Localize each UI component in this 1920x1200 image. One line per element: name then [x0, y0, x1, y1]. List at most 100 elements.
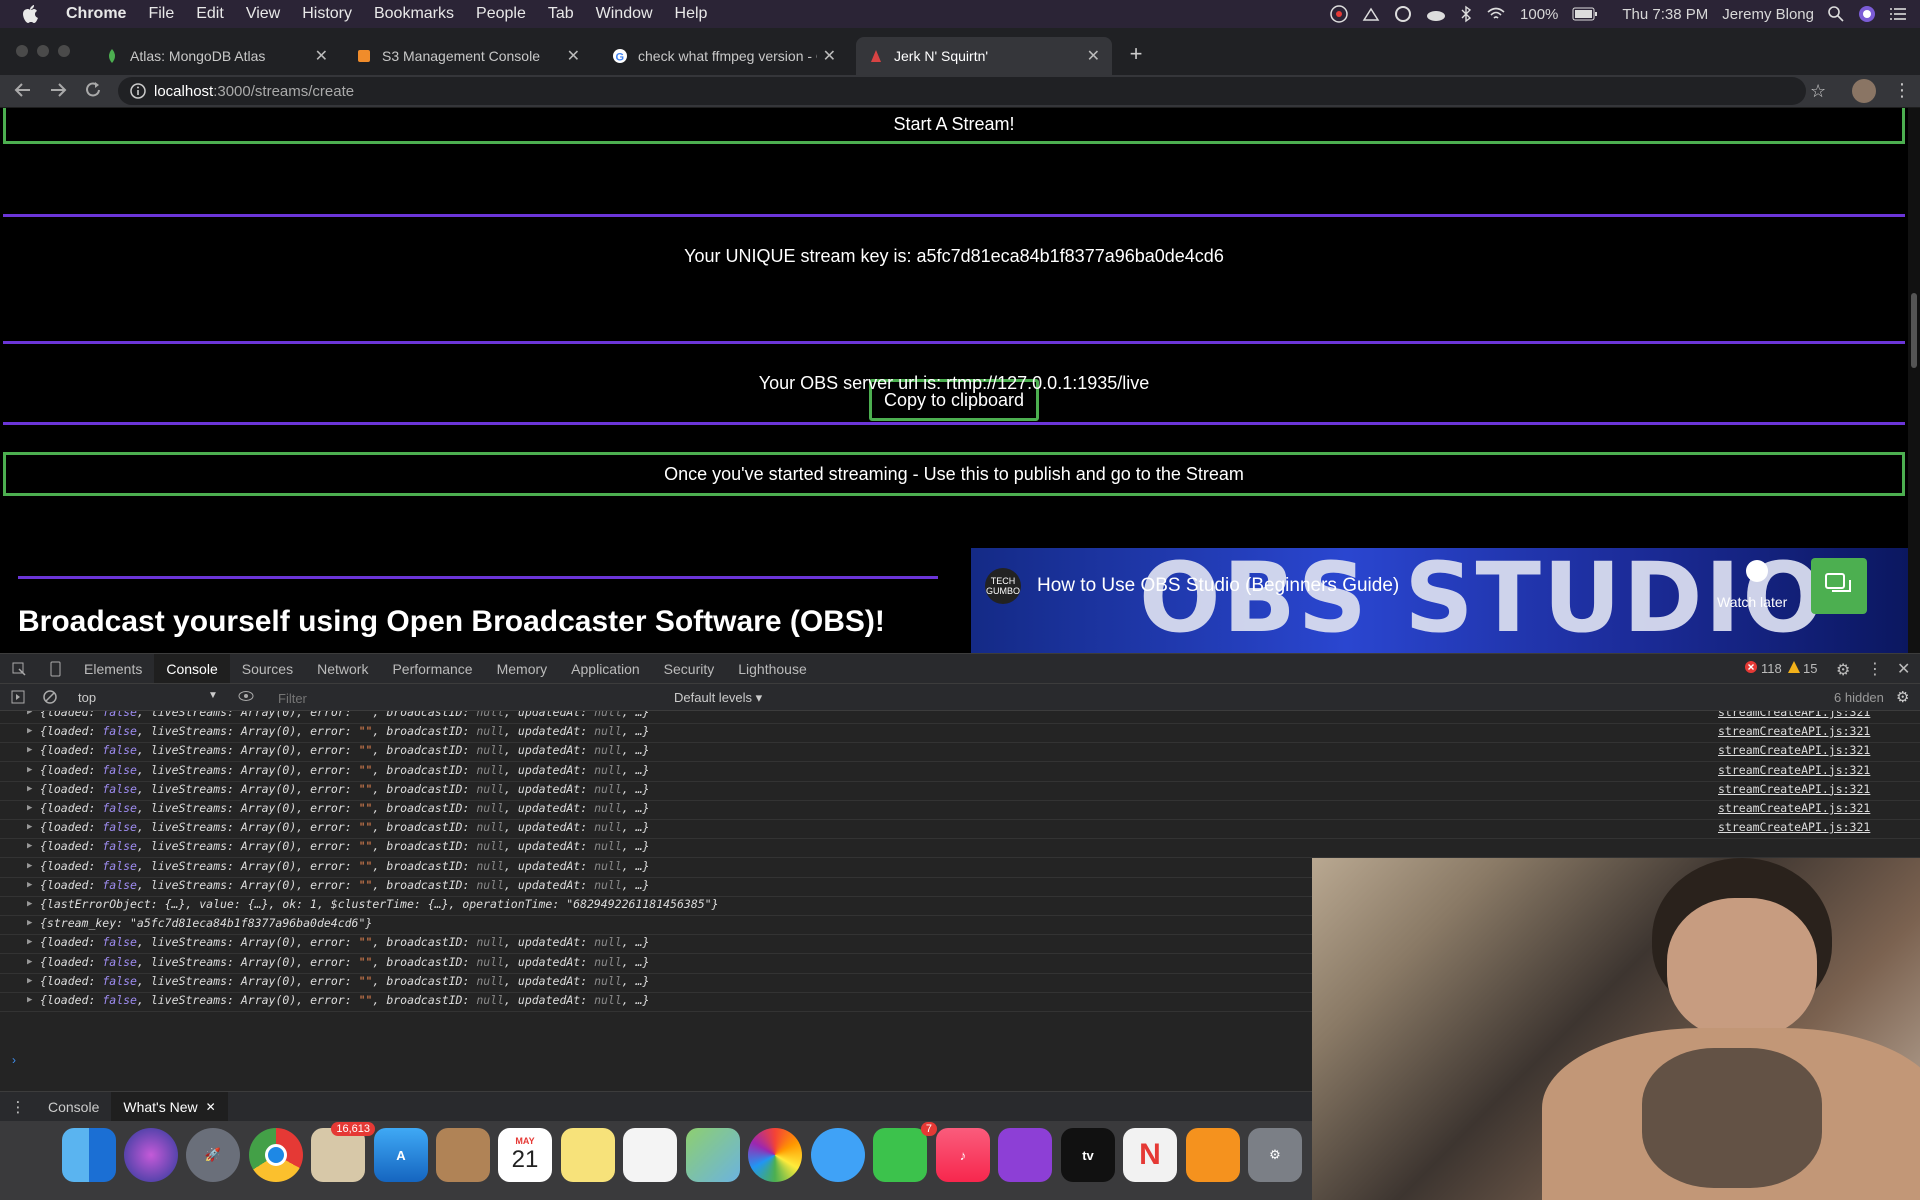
apple-icon[interactable]: [22, 5, 38, 23]
app-store-icon[interactable]: A: [374, 1128, 428, 1182]
back-arrow-icon[interactable]: [14, 81, 32, 99]
address-bar[interactable]: localhost:3000/streams/create: [118, 77, 1806, 105]
console-prompt[interactable]: ›: [12, 1053, 16, 1067]
devtools-tab-performance[interactable]: Performance: [380, 654, 484, 684]
video-title[interactable]: How to Use OBS Studio (Beginners Guide): [1037, 575, 1399, 597]
devtools-tab-network[interactable]: Network: [305, 654, 380, 684]
maps-icon[interactable]: [686, 1128, 740, 1182]
devtools-tab-sources[interactable]: Sources: [230, 654, 305, 684]
context-dropdown-icon[interactable]: ▼: [208, 690, 218, 701]
log-levels-dropdown[interactable]: Default levels ▾: [674, 690, 762, 706]
settings-gear-icon[interactable]: ⚙: [1836, 660, 1850, 680]
menu-tab[interactable]: Tab: [548, 5, 574, 23]
siri-dock-icon[interactable]: [124, 1128, 178, 1182]
menu-file[interactable]: File: [148, 5, 174, 23]
sidebar-toggle-icon[interactable]: [11, 690, 25, 704]
tool-status-icon[interactable]: [1362, 5, 1380, 23]
devtools-close-icon[interactable]: ✕: [1897, 659, 1910, 679]
drawer-menu-icon[interactable]: ⋮: [0, 1098, 36, 1116]
devtools-tab-console[interactable]: Console: [154, 653, 230, 684]
podcasts-icon[interactable]: [998, 1128, 1052, 1182]
tab-close-icon[interactable]: ✕: [567, 46, 580, 66]
wifi-icon[interactable]: [1486, 6, 1506, 22]
forward-arrow-icon[interactable]: [49, 81, 67, 99]
inspect-element-icon[interactable]: [0, 662, 38, 676]
info-circle-icon[interactable]: [130, 83, 146, 99]
tab-close-icon[interactable]: ✕: [1087, 46, 1100, 66]
launchpad-icon[interactable]: 🚀: [186, 1128, 240, 1182]
channel-avatar[interactable]: TECH GUMBO: [985, 568, 1021, 604]
menu-help[interactable]: Help: [675, 5, 708, 23]
tab-close-icon[interactable]: ✕: [823, 46, 836, 66]
tab-google-search[interactable]: G check what ffmpeg version - G ✕: [600, 37, 848, 75]
publish-stream-button[interactable]: Once you've started streaming - Use this…: [3, 452, 1905, 496]
finder-icon[interactable]: [62, 1128, 116, 1182]
books-icon[interactable]: [1186, 1128, 1240, 1182]
menu-window[interactable]: Window: [596, 5, 653, 23]
window-zoom-button[interactable]: [58, 45, 70, 57]
start-stream-banner[interactable]: Start A Stream!: [3, 108, 1905, 144]
mail-stamp-icon[interactable]: 16,613: [311, 1122, 375, 1182]
watch-later-label[interactable]: Watch later: [1717, 594, 1787, 610]
tab-jerk-n-squirtn[interactable]: Jerk N' Squirtn' ✕: [856, 37, 1112, 75]
scrollbar-thumb[interactable]: [1911, 293, 1917, 368]
cloud-status-icon[interactable]: [1426, 6, 1446, 22]
menubar-user[interactable]: Jeremy Blong: [1722, 6, 1814, 23]
clear-console-icon[interactable]: [43, 690, 57, 704]
battery-icon[interactable]: [1572, 7, 1598, 21]
devtools-tab-elements[interactable]: Elements: [72, 654, 154, 684]
tab-s3-console[interactable]: S3 Management Console ✕: [344, 37, 592, 75]
devtools-tab-security[interactable]: Security: [652, 654, 727, 684]
page-scrollbar[interactable]: [1908, 108, 1920, 653]
bluetooth-icon[interactable]: [1460, 5, 1472, 23]
error-count[interactable]: 118: [1761, 661, 1782, 676]
youtube-embed[interactable]: OBS STUDIO TECH GUMBO How to Use OBS Stu…: [971, 548, 1908, 653]
notes-icon[interactable]: [561, 1128, 615, 1182]
bookmark-star-icon[interactable]: ☆: [1810, 81, 1826, 102]
tab-mongodb-atlas[interactable]: Atlas: MongoDB Atlas ✕: [92, 37, 340, 75]
photos-icon[interactable]: [748, 1128, 802, 1182]
news-icon[interactable]: N: [1123, 1128, 1177, 1182]
facetime-icon[interactable]: 7: [873, 1122, 937, 1182]
eye-icon[interactable]: [238, 690, 254, 702]
drawer-tab-console[interactable]: Console: [36, 1092, 111, 1122]
menubar-clock[interactable]: Thu 7:38 PM: [1622, 6, 1708, 23]
console-settings-icon[interactable]: ⚙: [1896, 688, 1909, 706]
menu-bookmarks[interactable]: Bookmarks: [374, 5, 454, 23]
spotlight-search-icon[interactable]: [1828, 6, 1844, 22]
chrome-dock-icon[interactable]: [249, 1128, 303, 1182]
devtools-tab-lighthouse[interactable]: Lighthouse: [726, 654, 819, 684]
menu-view[interactable]: View: [246, 5, 280, 23]
context-select[interactable]: top: [78, 690, 96, 705]
siri-icon[interactable]: [1858, 5, 1876, 23]
circle-status-icon[interactable]: [1394, 5, 1412, 23]
chat-button[interactable]: [1811, 558, 1867, 614]
menu-people[interactable]: People: [476, 5, 526, 23]
messages-icon[interactable]: [811, 1128, 865, 1182]
device-toolbar-icon[interactable]: [38, 661, 72, 677]
new-tab-plus-icon[interactable]: +: [1124, 41, 1148, 66]
tab-close-icon[interactable]: ✕: [315, 46, 328, 66]
music-icon[interactable]: ♪: [936, 1128, 990, 1182]
notification-center-icon[interactable]: [1890, 7, 1906, 21]
expand-triangle-icon[interactable]: ▶: [27, 989, 32, 1011]
system-preferences-icon[interactable]: ⚙: [1248, 1128, 1302, 1182]
obs-status-icon[interactable]: [1330, 5, 1348, 23]
devtools-tab-memory[interactable]: Memory: [485, 654, 560, 684]
reminders-icon[interactable]: [623, 1128, 677, 1182]
profile-avatar[interactable]: [1852, 79, 1876, 103]
chrome-menu-icon[interactable]: ⋮: [1893, 80, 1911, 101]
watch-later-clock-icon[interactable]: [1746, 560, 1768, 582]
reload-icon[interactable]: [84, 81, 102, 99]
warning-count[interactable]: 15: [1803, 661, 1817, 676]
menu-app-name[interactable]: Chrome: [66, 5, 126, 23]
contacts-icon[interactable]: [436, 1128, 490, 1182]
window-close-button[interactable]: [16, 45, 28, 57]
console-filter-input[interactable]: [272, 687, 652, 709]
calendar-icon[interactable]: MAY 21: [498, 1128, 552, 1182]
devtools-tab-application[interactable]: Application: [559, 654, 652, 684]
apple-tv-icon[interactable]: tv: [1061, 1128, 1115, 1182]
menu-edit[interactable]: Edit: [196, 5, 224, 23]
menu-history[interactable]: History: [302, 5, 352, 23]
window-minimize-button[interactable]: [37, 45, 49, 57]
